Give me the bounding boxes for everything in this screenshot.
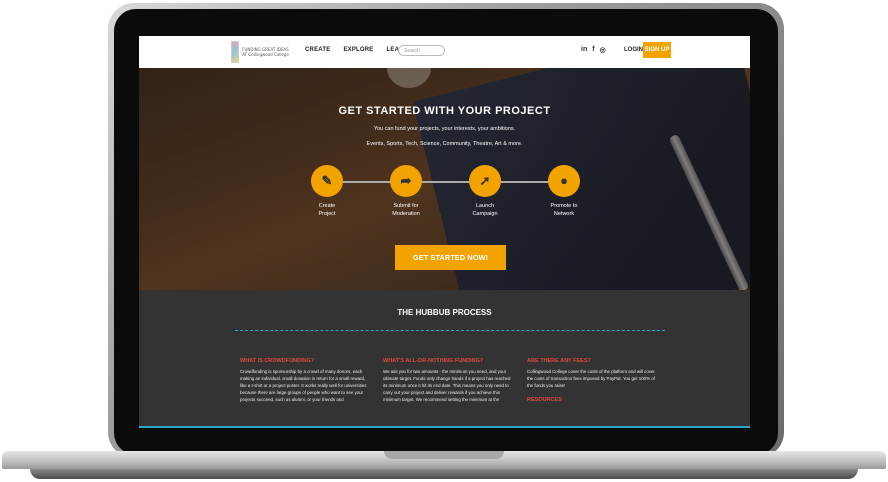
hero-section: GET STARTED WITH YOUR PROJECT You can fu… bbox=[139, 68, 750, 290]
step-label: Promote to Network bbox=[550, 203, 578, 217]
step-promote: ● Promote to Network bbox=[534, 165, 594, 218]
login-link[interactable]: LOGIN bbox=[624, 47, 643, 53]
steps-connector bbox=[327, 181, 564, 183]
process-section: THE HUBBUB PROCESS WHAT IS CROWDFUNDING?… bbox=[139, 290, 750, 428]
get-started-button[interactable]: GET STARTED NOW! bbox=[395, 245, 506, 270]
section-bottom-rule bbox=[139, 426, 750, 428]
resources-heading[interactable]: RESOURCES bbox=[527, 397, 657, 403]
process-divider bbox=[235, 330, 665, 331]
faq-body: Collingwood College cover the costs of t… bbox=[527, 369, 655, 388]
step-label: Create Project bbox=[318, 203, 336, 217]
linkedin-icon[interactable]: in bbox=[581, 46, 587, 54]
chat-bubble-icon: ● bbox=[548, 165, 580, 197]
facebook-icon[interactable]: f bbox=[592, 46, 594, 54]
faq-body: We ask you for two amounts - the minimum… bbox=[383, 369, 511, 402]
hero-categories: Events, Sports, Tech, Science, Community… bbox=[366, 141, 523, 147]
step-launch: ➚ Launch Campaign bbox=[455, 165, 515, 218]
faq-heading: WHAT IS CROWDFUNDING? bbox=[240, 358, 315, 364]
laptop-screen: FUNDING GREAT IDEAS AT Collingwood Colle… bbox=[139, 36, 750, 428]
step-create: ✎ Create Project bbox=[297, 165, 357, 218]
rocket-icon: ➚ bbox=[469, 165, 501, 197]
faq-heading: WHAT'S ALL-OR-NOTHING FUNDING? bbox=[383, 358, 484, 364]
step-label: Launch Campaign bbox=[472, 203, 498, 217]
hero-subtitle: You can fund your projects, your interes… bbox=[373, 126, 516, 132]
faq-fees: ARE THERE ANY FEES? Collingwood College … bbox=[527, 358, 657, 403]
search-input[interactable]: Search bbox=[398, 45, 445, 56]
social-links: in f ◎ bbox=[581, 46, 606, 54]
main-menu: CREATE EXPLORE LEARN bbox=[305, 47, 408, 53]
top-nav: FUNDING GREAT IDEAS AT Collingwood Colle… bbox=[139, 36, 750, 68]
laptop-notch bbox=[384, 451, 504, 459]
process-title: THE HUBBUB PROCESS bbox=[397, 308, 492, 317]
faq-crowdfunding: WHAT IS CROWDFUNDING? Crowdfunding is sp… bbox=[240, 358, 370, 403]
logo-mark-icon bbox=[231, 41, 240, 63]
step-label: Submit for Moderation bbox=[392, 203, 420, 217]
share-arrow-icon: ➦ bbox=[390, 165, 422, 197]
instagram-icon[interactable]: ◎ bbox=[600, 46, 606, 54]
menu-explore[interactable]: EXPLORE bbox=[343, 47, 373, 53]
laptop-base bbox=[0, 449, 888, 482]
faq-all-or-nothing: WHAT'S ALL-OR-NOTHING FUNDING? We ask yo… bbox=[383, 358, 513, 403]
edit-icon: ✎ bbox=[311, 165, 343, 197]
signup-button[interactable]: SIGN UP bbox=[643, 42, 671, 58]
step-submit: ➦ Submit for Moderation bbox=[376, 165, 436, 218]
faq-body: Crowdfunding is sponsorship by a crowd o… bbox=[240, 369, 367, 402]
menu-create[interactable]: CREATE bbox=[305, 47, 330, 53]
site-logo[interactable]: FUNDING GREAT IDEAS AT Collingwood Colle… bbox=[231, 40, 291, 64]
faq-heading: ARE THERE ANY FEES? bbox=[527, 358, 591, 364]
logo-text: FUNDING GREAT IDEAS AT Collingwood Colle… bbox=[242, 47, 289, 57]
hero-title: GET STARTED WITH YOUR PROJECT bbox=[338, 105, 551, 117]
